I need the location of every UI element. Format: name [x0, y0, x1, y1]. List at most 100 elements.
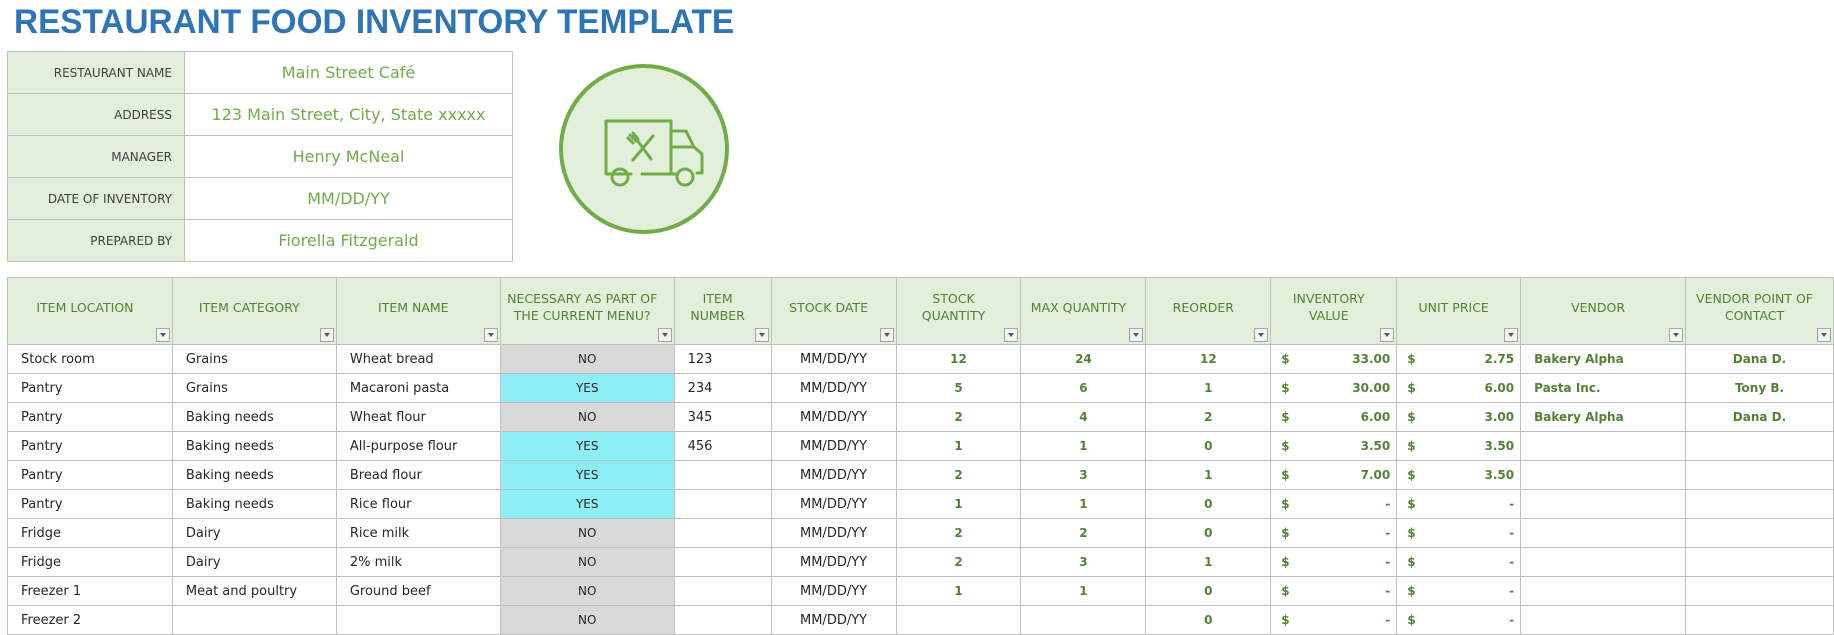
- stock-date-cell[interactable]: MM/DD/YY: [770, 489, 897, 519]
- vendor-contact-cell[interactable]: [1685, 547, 1834, 577]
- item-name-cell[interactable]: Rice flour: [335, 489, 501, 519]
- item-location-cell[interactable]: Pantry: [7, 431, 173, 461]
- item-category-cell[interactable]: Baking needs: [171, 431, 337, 461]
- necessary-cell[interactable]: NO: [499, 576, 675, 606]
- item-number-cell[interactable]: 456: [673, 431, 772, 461]
- filter-dropdown-icon[interactable]: [1129, 328, 1144, 342]
- vendor-cell[interactable]: [1520, 605, 1687, 635]
- item-location-cell[interactable]: Fridge: [7, 518, 173, 548]
- filter-dropdown-icon[interactable]: [1504, 328, 1519, 342]
- stock-date-cell[interactable]: MM/DD/YY: [770, 344, 897, 374]
- item-name-cell[interactable]: Macaroni pasta: [335, 373, 501, 403]
- item-category-cell[interactable]: Baking needs: [171, 489, 337, 519]
- vendor-cell[interactable]: Bakery Alpha: [1520, 344, 1687, 374]
- info-value[interactable]: Henry McNeal: [184, 135, 513, 178]
- necessary-cell[interactable]: YES: [499, 373, 675, 403]
- unit-price-cell[interactable]: $6.00: [1396, 373, 1522, 403]
- stock-date-cell[interactable]: MM/DD/YY: [770, 431, 897, 461]
- item-number-cell[interactable]: 234: [673, 373, 772, 403]
- item-name-cell[interactable]: 2% milk: [335, 547, 501, 577]
- vendor-cell[interactable]: [1520, 489, 1687, 519]
- item-name-cell[interactable]: Rice milk: [335, 518, 501, 548]
- vendor-cell[interactable]: [1520, 431, 1687, 461]
- filter-dropdown-icon[interactable]: [319, 328, 334, 342]
- filter-dropdown-icon[interactable]: [1817, 328, 1831, 342]
- necessary-cell[interactable]: NO: [499, 344, 675, 374]
- filter-dropdown-icon[interactable]: [155, 328, 170, 342]
- vendor-contact-cell[interactable]: Tony B.: [1685, 373, 1834, 403]
- filter-dropdown-icon[interactable]: [1669, 328, 1684, 342]
- vendor-contact-cell[interactable]: [1685, 576, 1834, 606]
- item-name-cell[interactable]: Wheat bread: [335, 344, 501, 374]
- item-number-cell[interactable]: [673, 547, 772, 577]
- item-category-cell[interactable]: Meat and poultry: [171, 576, 337, 606]
- info-value[interactable]: Main Street Café: [184, 51, 513, 94]
- item-category-cell[interactable]: Grains: [171, 373, 337, 403]
- item-name-cell[interactable]: Wheat flour: [335, 402, 501, 432]
- unit-price-cell[interactable]: $ -: [1396, 489, 1522, 519]
- stock-quantity-cell[interactable]: 2: [895, 547, 1022, 577]
- item-location-cell[interactable]: Pantry: [7, 402, 173, 432]
- max-quantity-cell[interactable]: [1020, 605, 1147, 635]
- max-quantity-cell[interactable]: 24: [1020, 344, 1147, 374]
- necessary-cell[interactable]: YES: [499, 489, 675, 519]
- max-quantity-cell[interactable]: 4: [1020, 402, 1147, 432]
- max-quantity-cell[interactable]: 1: [1020, 576, 1147, 606]
- item-name-cell[interactable]: All-purpose flour: [335, 431, 501, 461]
- item-number-cell[interactable]: 123: [673, 344, 772, 374]
- item-name-cell[interactable]: Bread flour: [335, 460, 501, 490]
- vendor-cell[interactable]: [1520, 547, 1687, 577]
- filter-dropdown-icon[interactable]: [1380, 328, 1395, 342]
- stock-quantity-cell[interactable]: 1: [895, 576, 1022, 606]
- item-category-cell[interactable]: Dairy: [171, 547, 337, 577]
- unit-price-cell[interactable]: $ -: [1396, 547, 1522, 577]
- info-value[interactable]: MM/DD/YY: [184, 177, 513, 220]
- filter-dropdown-icon[interactable]: [1254, 328, 1269, 342]
- stock-quantity-cell[interactable]: [895, 605, 1022, 635]
- unit-price-cell[interactable]: $ -: [1396, 518, 1522, 548]
- vendor-cell[interactable]: [1520, 576, 1687, 606]
- necessary-cell[interactable]: NO: [499, 605, 675, 635]
- stock-quantity-cell[interactable]: 2: [895, 518, 1022, 548]
- stock-date-cell[interactable]: MM/DD/YY: [770, 402, 897, 432]
- necessary-cell[interactable]: NO: [499, 547, 675, 577]
- info-value[interactable]: Fiorella Fitzgerald: [184, 219, 513, 262]
- unit-price-cell[interactable]: $3.50: [1396, 431, 1522, 461]
- vendor-contact-cell[interactable]: [1685, 460, 1834, 490]
- vendor-contact-cell[interactable]: [1685, 431, 1834, 461]
- item-location-cell[interactable]: Stock room: [7, 344, 173, 374]
- item-category-cell[interactable]: Dairy: [171, 518, 337, 548]
- item-number-cell[interactable]: [673, 518, 772, 548]
- vendor-contact-cell[interactable]: [1685, 605, 1834, 635]
- stock-date-cell[interactable]: MM/DD/YY: [770, 576, 897, 606]
- unit-price-cell[interactable]: $2.75: [1396, 344, 1522, 374]
- max-quantity-cell[interactable]: 3: [1020, 547, 1147, 577]
- filter-dropdown-icon[interactable]: [754, 328, 769, 342]
- item-category-cell[interactable]: Baking needs: [171, 402, 337, 432]
- stock-quantity-cell[interactable]: 1: [895, 431, 1022, 461]
- unit-price-cell[interactable]: $ -: [1396, 605, 1522, 635]
- item-location-cell[interactable]: Pantry: [7, 373, 173, 403]
- item-number-cell[interactable]: 345: [673, 402, 772, 432]
- necessary-cell[interactable]: YES: [499, 460, 675, 490]
- stock-date-cell[interactable]: MM/DD/YY: [770, 605, 897, 635]
- stock-date-cell[interactable]: MM/DD/YY: [770, 460, 897, 490]
- item-location-cell[interactable]: Freezer 1: [7, 576, 173, 606]
- max-quantity-cell[interactable]: 6: [1020, 373, 1147, 403]
- vendor-contact-cell[interactable]: Dana D.: [1685, 344, 1834, 374]
- stock-date-cell[interactable]: MM/DD/YY: [770, 518, 897, 548]
- stock-quantity-cell[interactable]: 12: [895, 344, 1022, 374]
- max-quantity-cell[interactable]: 1: [1020, 431, 1147, 461]
- unit-price-cell[interactable]: $ -: [1396, 576, 1522, 606]
- info-value[interactable]: 123 Main Street, City, State xxxxx: [184, 93, 513, 136]
- item-location-cell[interactable]: Freezer 2: [7, 605, 173, 635]
- stock-date-cell[interactable]: MM/DD/YY: [770, 373, 897, 403]
- max-quantity-cell[interactable]: 2: [1020, 518, 1147, 548]
- filter-dropdown-icon[interactable]: [483, 328, 498, 342]
- item-number-cell[interactable]: [673, 576, 772, 606]
- vendor-cell[interactable]: [1520, 518, 1687, 548]
- necessary-cell[interactable]: NO: [499, 402, 675, 432]
- stock-date-cell[interactable]: MM/DD/YY: [770, 547, 897, 577]
- item-category-cell[interactable]: Grains: [171, 344, 337, 374]
- filter-dropdown-icon[interactable]: [1004, 328, 1019, 342]
